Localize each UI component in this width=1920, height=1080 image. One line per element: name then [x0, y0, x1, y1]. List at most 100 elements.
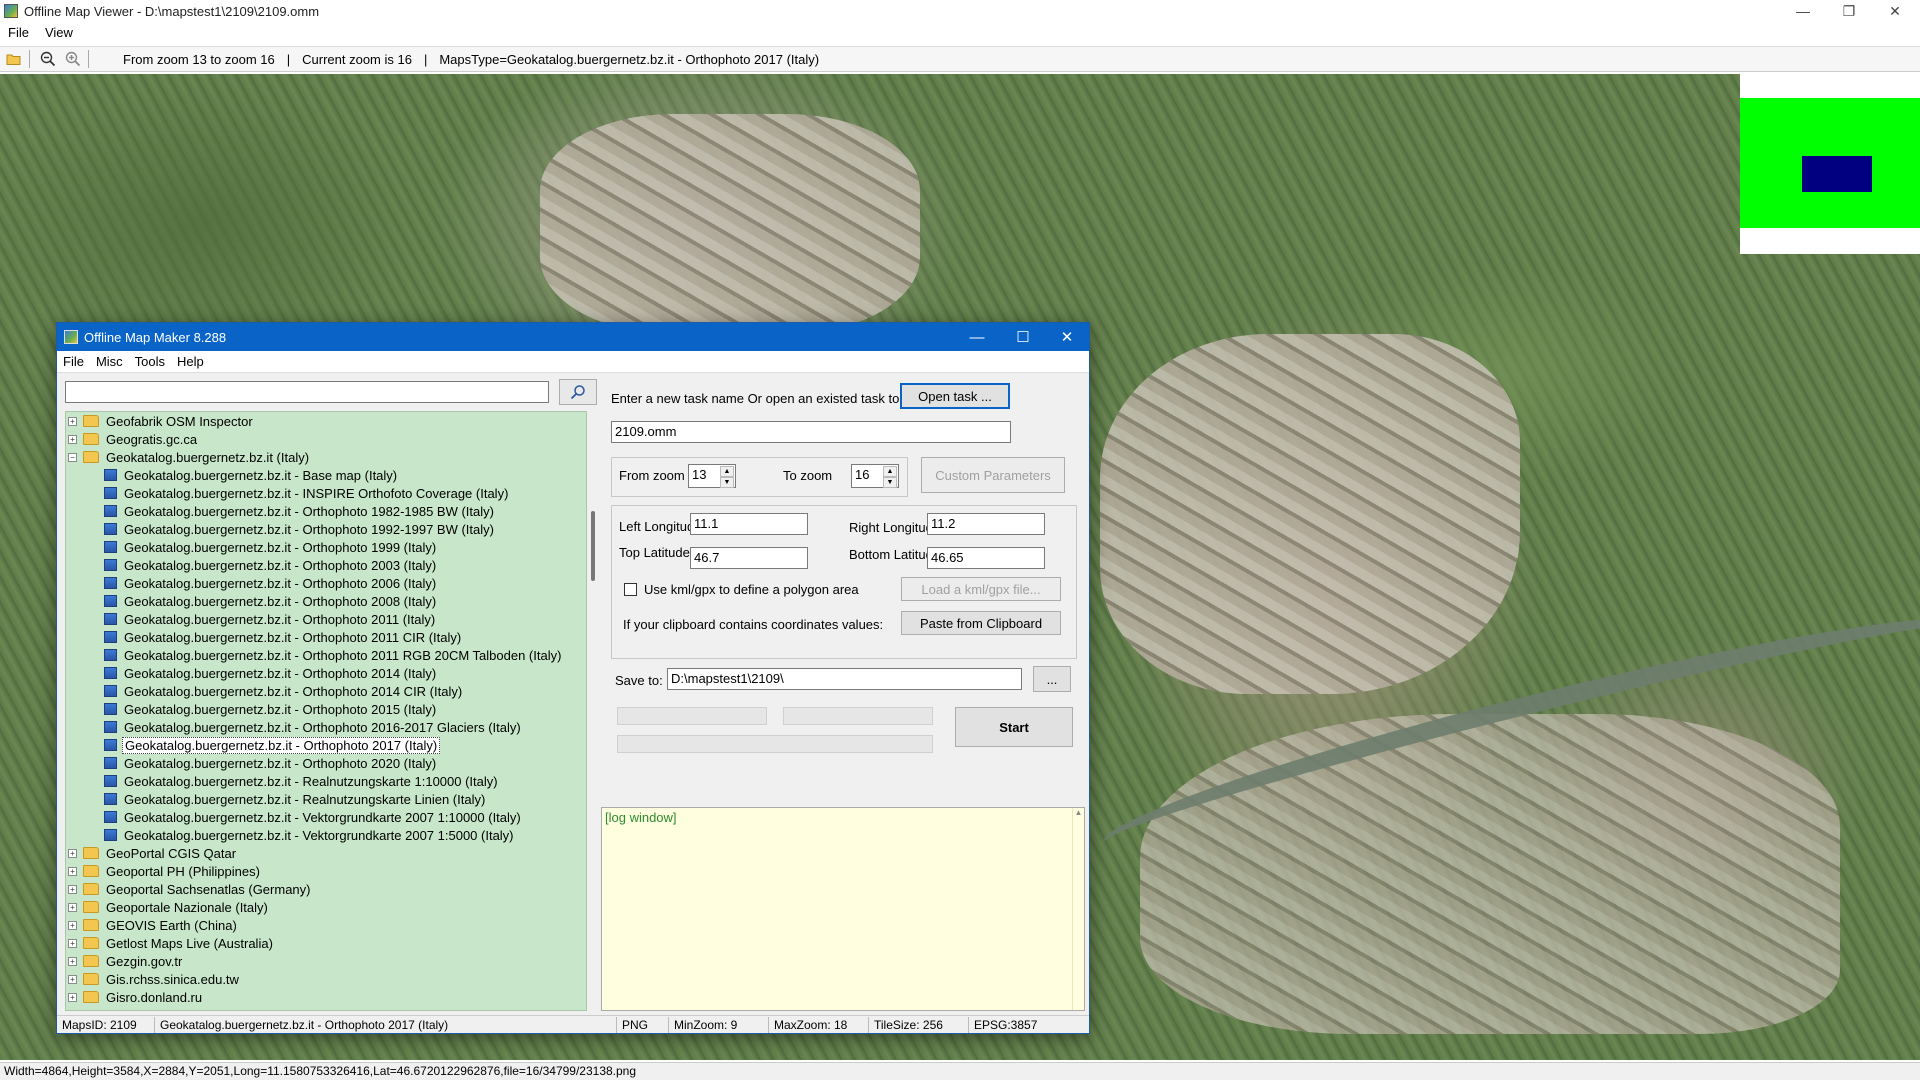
dialog-menu-tools[interactable]: Tools: [129, 354, 171, 369]
expand-icon[interactable]: +: [68, 920, 77, 930]
log-window[interactable]: [log window] ▲: [601, 807, 1085, 1011]
tree-scroll-thumb[interactable]: [591, 511, 595, 581]
menu-view[interactable]: View: [37, 25, 81, 40]
spin-up-icon[interactable]: ▲: [720, 466, 734, 477]
right-longitude-input[interactable]: 11.2: [927, 513, 1045, 535]
zoom-out-icon[interactable]: [37, 48, 59, 70]
dialog-menu-help[interactable]: Help: [171, 354, 210, 369]
bottom-latitude-input[interactable]: 46.65: [927, 547, 1045, 569]
zoom-in-icon[interactable]: [62, 48, 84, 70]
start-button[interactable]: Start: [955, 707, 1073, 747]
tree-map-item[interactable]: Geokatalog.buergernetz.bz.it - Orthophot…: [66, 700, 586, 718]
tree-folder-item[interactable]: + Gezgin.gov.tr: [66, 952, 586, 970]
expand-icon[interactable]: +: [68, 938, 77, 948]
close-button[interactable]: ✕: [1872, 0, 1918, 22]
tree-map-item[interactable]: Geokatalog.buergernetz.bz.it - Orthophot…: [66, 520, 586, 538]
tree-map-item[interactable]: Geokatalog.buergernetz.bz.it - Orthophot…: [66, 628, 586, 646]
tree-map-item[interactable]: Geokatalog.buergernetz.bz.it - Vektorgru…: [66, 808, 586, 826]
save-path-input[interactable]: D:\mapstest1\2109\: [667, 668, 1022, 690]
dialog-close-button[interactable]: ✕: [1045, 323, 1089, 351]
spin-down-icon[interactable]: ▼: [883, 477, 897, 488]
tree-folder-item[interactable]: + Getlost Maps Live (Australia): [66, 934, 586, 952]
expand-icon[interactable]: +: [68, 902, 77, 912]
expand-icon[interactable]: +: [68, 416, 77, 426]
tree-map-item[interactable]: Geokatalog.buergernetz.bz.it - Orthophot…: [66, 664, 586, 682]
to-zoom-arrows[interactable]: ▲ ▼: [883, 466, 897, 488]
tree-folder-item[interactable]: + Geofabrik OSM Inspector: [66, 412, 586, 430]
clipboard-label: If your clipboard contains coordinates v…: [623, 617, 884, 632]
expand-icon[interactable]: +: [68, 848, 77, 858]
expand-icon[interactable]: +: [68, 974, 77, 984]
tree-folder-item[interactable]: + GEOVIS Earth (China): [66, 916, 586, 934]
tree-item-label: GeoPortal CGIS Qatar: [106, 845, 237, 861]
folder-icon: [83, 919, 99, 931]
overview-minimap[interactable]: [1740, 74, 1920, 254]
menu-file[interactable]: File: [0, 25, 37, 40]
tree-folder-item[interactable]: − Geokatalog.buergernetz.bz.it (Italy): [66, 448, 586, 466]
expand-icon[interactable]: +: [68, 884, 77, 894]
from-zoom-arrows[interactable]: ▲ ▼: [720, 466, 734, 488]
minimize-button[interactable]: —: [1780, 0, 1826, 22]
open-folder-icon[interactable]: [3, 48, 25, 70]
tree-folder-item[interactable]: + Gis.rchss.sinica.edu.tw: [66, 970, 586, 988]
restore-button[interactable]: ❐: [1826, 0, 1872, 22]
paste-from-clipboard-button[interactable]: Paste from Clipboard: [901, 611, 1061, 635]
spin-down-icon[interactable]: ▼: [720, 477, 734, 488]
tree-map-item[interactable]: Geokatalog.buergernetz.bz.it - Orthophot…: [66, 682, 586, 700]
tree-map-item[interactable]: Geokatalog.buergernetz.bz.it - Realnutzu…: [66, 772, 586, 790]
tree-map-item[interactable]: Geokatalog.buergernetz.bz.it - Base map …: [66, 466, 586, 484]
browse-button[interactable]: ...: [1033, 666, 1071, 692]
tree-folder-item[interactable]: + Geoportal PH (Philippines): [66, 862, 586, 880]
tree-folder-item[interactable]: + GeoPortal CGIS Qatar: [66, 844, 586, 862]
dialog-maximize-button[interactable]: ☐: [1001, 323, 1045, 351]
scroll-up-icon[interactable]: ▲: [1073, 808, 1084, 817]
tree-map-item[interactable]: Geokatalog.buergernetz.bz.it - Orthophot…: [66, 646, 586, 664]
dialog-minimize-button[interactable]: —: [955, 323, 999, 351]
town-area: [1100, 334, 1520, 694]
map-source-tree[interactable]: + Geofabrik OSM Inspector + Geogratis.gc.ca…: [65, 411, 587, 1011]
open-task-button[interactable]: Open task ...: [900, 383, 1010, 409]
tree-item-label: Geokatalog.buergernetz.bz.it - Orthophot…: [124, 575, 437, 591]
load-kml-button[interactable]: Load a kml/gpx file...: [901, 577, 1061, 601]
overview-viewport[interactable]: [1802, 156, 1872, 192]
tree-map-item[interactable]: Geokatalog.buergernetz.bz.it - Orthophot…: [66, 592, 586, 610]
task-name-input[interactable]: 2109.omm: [611, 421, 1011, 443]
tree-map-item[interactable]: Geokatalog.buergernetz.bz.it - Orthophot…: [66, 538, 586, 556]
collapse-icon[interactable]: −: [68, 452, 77, 462]
task-pane: Enter a new task name Or open an existed…: [601, 377, 1085, 1011]
tree-map-item[interactable]: Geokatalog.buergernetz.bz.it - Orthophot…: [66, 736, 586, 754]
top-latitude-input[interactable]: 46.7: [690, 547, 808, 569]
use-kml-checkbox[interactable]: [624, 583, 637, 596]
tree-map-item[interactable]: Geokatalog.buergernetz.bz.it - Vektorgru…: [66, 826, 586, 844]
tree-map-item[interactable]: Geokatalog.buergernetz.bz.it - Orthophot…: [66, 502, 586, 520]
log-scrollbar[interactable]: ▲: [1072, 808, 1084, 1010]
spin-up-icon[interactable]: ▲: [883, 466, 897, 477]
custom-parameters-button[interactable]: Custom Parameters: [921, 457, 1065, 493]
map-layer-icon: [104, 829, 117, 841]
tree-map-item[interactable]: Geokatalog.buergernetz.bz.it - Orthophot…: [66, 574, 586, 592]
tree-map-item[interactable]: Geokatalog.buergernetz.bz.it - Orthophot…: [66, 556, 586, 574]
tree-item-label: Gis.rchss.sinica.edu.tw: [106, 971, 239, 987]
tree-map-item[interactable]: Geokatalog.buergernetz.bz.it - INSPIRE O…: [66, 484, 586, 502]
tree-folder-item[interactable]: + Geoportal Sachsenatlas (Germany): [66, 880, 586, 898]
dialog-menu-misc[interactable]: Misc: [90, 354, 129, 369]
dialog-menu-file[interactable]: File: [57, 354, 90, 369]
tree-folder-item[interactable]: + Geoportale Nazionale (Italy): [66, 898, 586, 916]
expand-icon[interactable]: +: [68, 992, 77, 1002]
tree-map-item[interactable]: Geokatalog.buergernetz.bz.it - Orthophot…: [66, 718, 586, 736]
tree-map-item[interactable]: Geokatalog.buergernetz.bz.it - Orthophot…: [66, 610, 586, 628]
expand-icon[interactable]: +: [68, 956, 77, 966]
from-zoom-spinner[interactable]: 13 ▲ ▼: [688, 464, 736, 488]
tree-map-item[interactable]: Geokatalog.buergernetz.bz.it - Realnutzu…: [66, 790, 586, 808]
tree-folder-item[interactable]: + Geogratis.gc.ca: [66, 430, 586, 448]
expand-icon[interactable]: +: [68, 866, 77, 876]
map-layer-icon: [104, 469, 117, 481]
tree-map-item[interactable]: Geokatalog.buergernetz.bz.it - Orthophot…: [66, 754, 586, 772]
expand-icon[interactable]: +: [68, 434, 77, 444]
search-button[interactable]: [559, 379, 597, 405]
tree-scrollbar[interactable]: [589, 411, 599, 1011]
tree-folder-item[interactable]: + Gisro.donland.ru: [66, 988, 586, 1006]
search-input[interactable]: [65, 381, 549, 403]
to-zoom-spinner[interactable]: 16 ▲ ▼: [851, 464, 899, 488]
left-longitude-input[interactable]: 11.1: [690, 513, 808, 535]
